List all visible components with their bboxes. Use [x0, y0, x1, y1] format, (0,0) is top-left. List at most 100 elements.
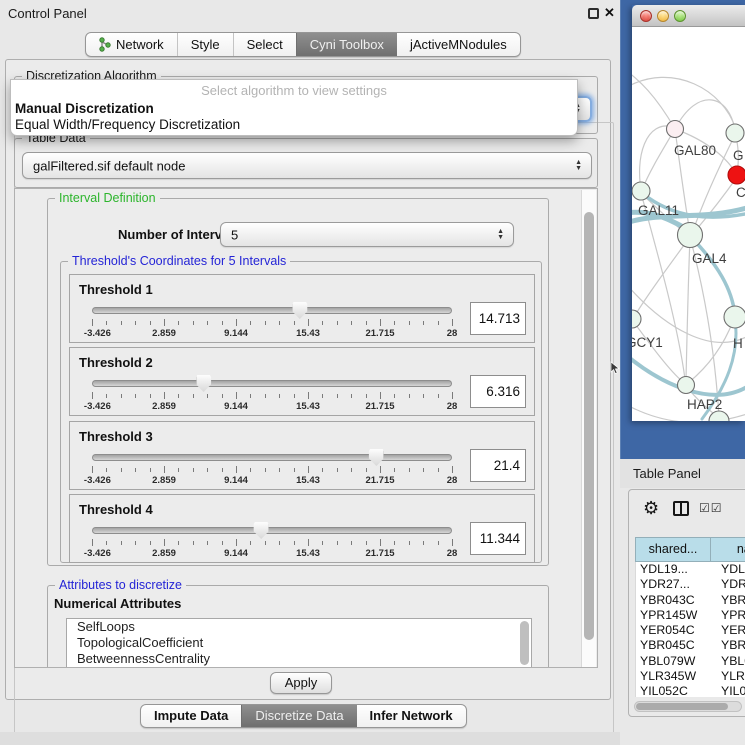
table-row[interactable]: YBR043CYBR043C — [636, 593, 745, 608]
list-item[interactable]: BetweennessCentrality — [67, 651, 531, 667]
slider-handle[interactable] — [196, 375, 211, 392]
table-data-combobox[interactable]: galFiltered.sif default node ▲▼ — [22, 152, 592, 179]
cell-name[interactable]: YBR043C — [712, 593, 745, 608]
dropdown-option-equal-width[interactable]: Equal Width/Frequency Discretization — [15, 117, 573, 133]
threshold-1-slider[interactable]: -3.4262.8599.14415.4321.71528 — [92, 301, 452, 341]
tick-mark — [337, 541, 338, 545]
number-of-intervals-combobox[interactable]: 5 ▲▼ — [220, 222, 514, 247]
threshold-2-value[interactable]: 6.316 — [470, 375, 526, 408]
float-window-icon[interactable] — [588, 8, 599, 19]
column-layout-icon[interactable] — [673, 501, 689, 516]
list-item[interactable]: SelfLoops — [67, 619, 531, 635]
cell-name[interactable]: YPR145W — [712, 608, 745, 623]
cell-shared-name[interactable]: YBR045C — [636, 638, 712, 653]
settings-scrollbar[interactable] — [581, 190, 596, 668]
slider-track[interactable] — [92, 307, 452, 314]
table-row[interactable]: YLR345WYLR345W — [636, 669, 745, 684]
network-node-gal80[interactable] — [667, 121, 684, 138]
table-row[interactable]: YDL19...YDL19 — [636, 562, 745, 577]
cell-shared-name[interactable]: YER054C — [636, 623, 712, 638]
tick-mark — [106, 468, 107, 472]
cell-shared-name[interactable]: YIL052C — [636, 684, 712, 697]
tab-impute-data[interactable]: Impute Data — [141, 705, 241, 727]
zoom-traffic-light-icon[interactable] — [674, 10, 686, 22]
network-node-g[interactable] — [726, 124, 744, 142]
table-row[interactable]: YIL052CYIL052C — [636, 684, 745, 697]
cell-name[interactable]: YLR345W — [712, 669, 745, 684]
threshold-2-slider[interactable]: -3.4262.8599.14415.4321.71528 — [92, 374, 452, 414]
list-item[interactable]: TopologicalCoefficient — [67, 635, 531, 651]
cell-shared-name[interactable]: YDL19... — [636, 562, 712, 577]
threshold-3-slider[interactable]: -3.4262.8599.14415.4321.71528 — [92, 448, 452, 488]
cell-shared-name[interactable]: YBL079W — [636, 654, 712, 669]
mouse-cursor — [610, 361, 620, 375]
cell-name[interactable]: YIL052C — [712, 684, 745, 697]
network-node-gal11[interactable] — [632, 182, 650, 200]
cell-shared-name[interactable]: YDR27... — [636, 577, 712, 592]
tab-discretize-data[interactable]: Discretize Data — [241, 705, 356, 727]
gear-icon[interactable]: ⚙ — [643, 498, 659, 519]
select-columns-icon[interactable]: ☑☑ — [699, 501, 723, 515]
network-node-hap2[interactable] — [678, 377, 695, 394]
tab-jactivemnodules[interactable]: jActiveMNodules — [397, 33, 520, 56]
threshold-3-value[interactable]: 21.4 — [470, 449, 526, 482]
cell-shared-name[interactable]: YLR345W — [636, 669, 712, 684]
table-row[interactable]: YBL079WYBL079W — [636, 654, 745, 669]
tick-mark — [423, 321, 424, 325]
network-node-gal4[interactable] — [678, 223, 703, 248]
cell-shared-name[interactable]: YPR145W — [636, 608, 712, 623]
apply-button[interactable]: Apply — [270, 672, 332, 694]
list-scrollbar[interactable] — [520, 621, 529, 665]
threshold-4-slider[interactable]: -3.4262.8599.14415.4321.71528 — [92, 521, 452, 561]
table-body[interactable]: YDL19...YDL19YDR27...YDR27YBR043CYBR043C… — [635, 562, 745, 697]
tick-mark — [236, 466, 237, 473]
slider-track[interactable] — [92, 527, 452, 534]
minimize-traffic-light-icon[interactable] — [657, 10, 669, 22]
tick-mark — [423, 541, 424, 545]
cell-name[interactable]: YBL079W — [712, 654, 745, 669]
tab-cyni-toolbox[interactable]: Cyni Toolbox — [296, 33, 397, 56]
combo-arrows-icon: ▲▼ — [575, 160, 582, 172]
network-node-h[interactable] — [724, 306, 745, 328]
network-icon — [99, 37, 111, 52]
cell-name[interactable]: YDL19 — [712, 562, 745, 577]
scrollbar-thumb[interactable] — [584, 212, 594, 640]
network-window[interactable]: GAL80 G C GAL11 GAL4 GCY1 H HAP2 — [632, 5, 745, 421]
cell-name[interactable]: YER054C — [712, 623, 745, 638]
tab-infer-network[interactable]: Infer Network — [357, 705, 466, 727]
tab-network[interactable]: Network — [86, 33, 177, 56]
threshold-4-value[interactable]: 11.344 — [470, 522, 526, 555]
table-row[interactable]: YBR045CYBR045C — [636, 638, 745, 653]
cell-name[interactable]: YBR045C — [712, 638, 745, 653]
tick-mark — [193, 394, 194, 398]
slider-handle[interactable] — [254, 522, 269, 539]
slider-handle[interactable] — [369, 449, 384, 466]
cell-shared-name[interactable]: YBR043C — [636, 593, 712, 608]
threshold-1-value[interactable]: 14.713 — [470, 302, 526, 335]
tick-mark — [337, 468, 338, 472]
numerical-attributes-list[interactable]: SelfLoops TopologicalCoefficient Between… — [66, 618, 532, 668]
dropdown-option-manual[interactable]: Manual Discretization — [15, 101, 573, 117]
cell-name[interactable]: YDR27 — [712, 577, 745, 592]
table-hscrollbar[interactable] — [634, 701, 742, 712]
network-node-gcy1[interactable] — [632, 310, 641, 328]
tick-mark — [236, 319, 237, 326]
column-header-shared-name[interactable]: shared... — [635, 537, 711, 562]
slider-track[interactable] — [92, 454, 452, 461]
slider-track[interactable] — [92, 380, 452, 387]
network-node-red[interactable] — [728, 166, 745, 184]
table-row[interactable]: YPR145WYPR145W — [636, 608, 745, 623]
column-header-name[interactable]: name — [711, 537, 745, 562]
tab-select[interactable]: Select — [233, 33, 296, 56]
tick-mark — [121, 541, 122, 545]
network-canvas[interactable]: GAL80 G C GAL11 GAL4 GCY1 H HAP2 — [632, 27, 745, 421]
close-icon[interactable]: ✕ — [604, 5, 615, 21]
table-row[interactable]: YER054CYER054C — [636, 623, 745, 638]
network-window-titlebar[interactable] — [632, 5, 745, 27]
slider-handle[interactable] — [292, 302, 307, 319]
tick-mark — [452, 319, 453, 326]
close-traffic-light-icon[interactable] — [640, 10, 652, 22]
table-row[interactable]: YDR27...YDR27 — [636, 577, 745, 592]
tab-style[interactable]: Style — [177, 33, 233, 56]
hscrollbar-thumb[interactable] — [636, 703, 728, 710]
